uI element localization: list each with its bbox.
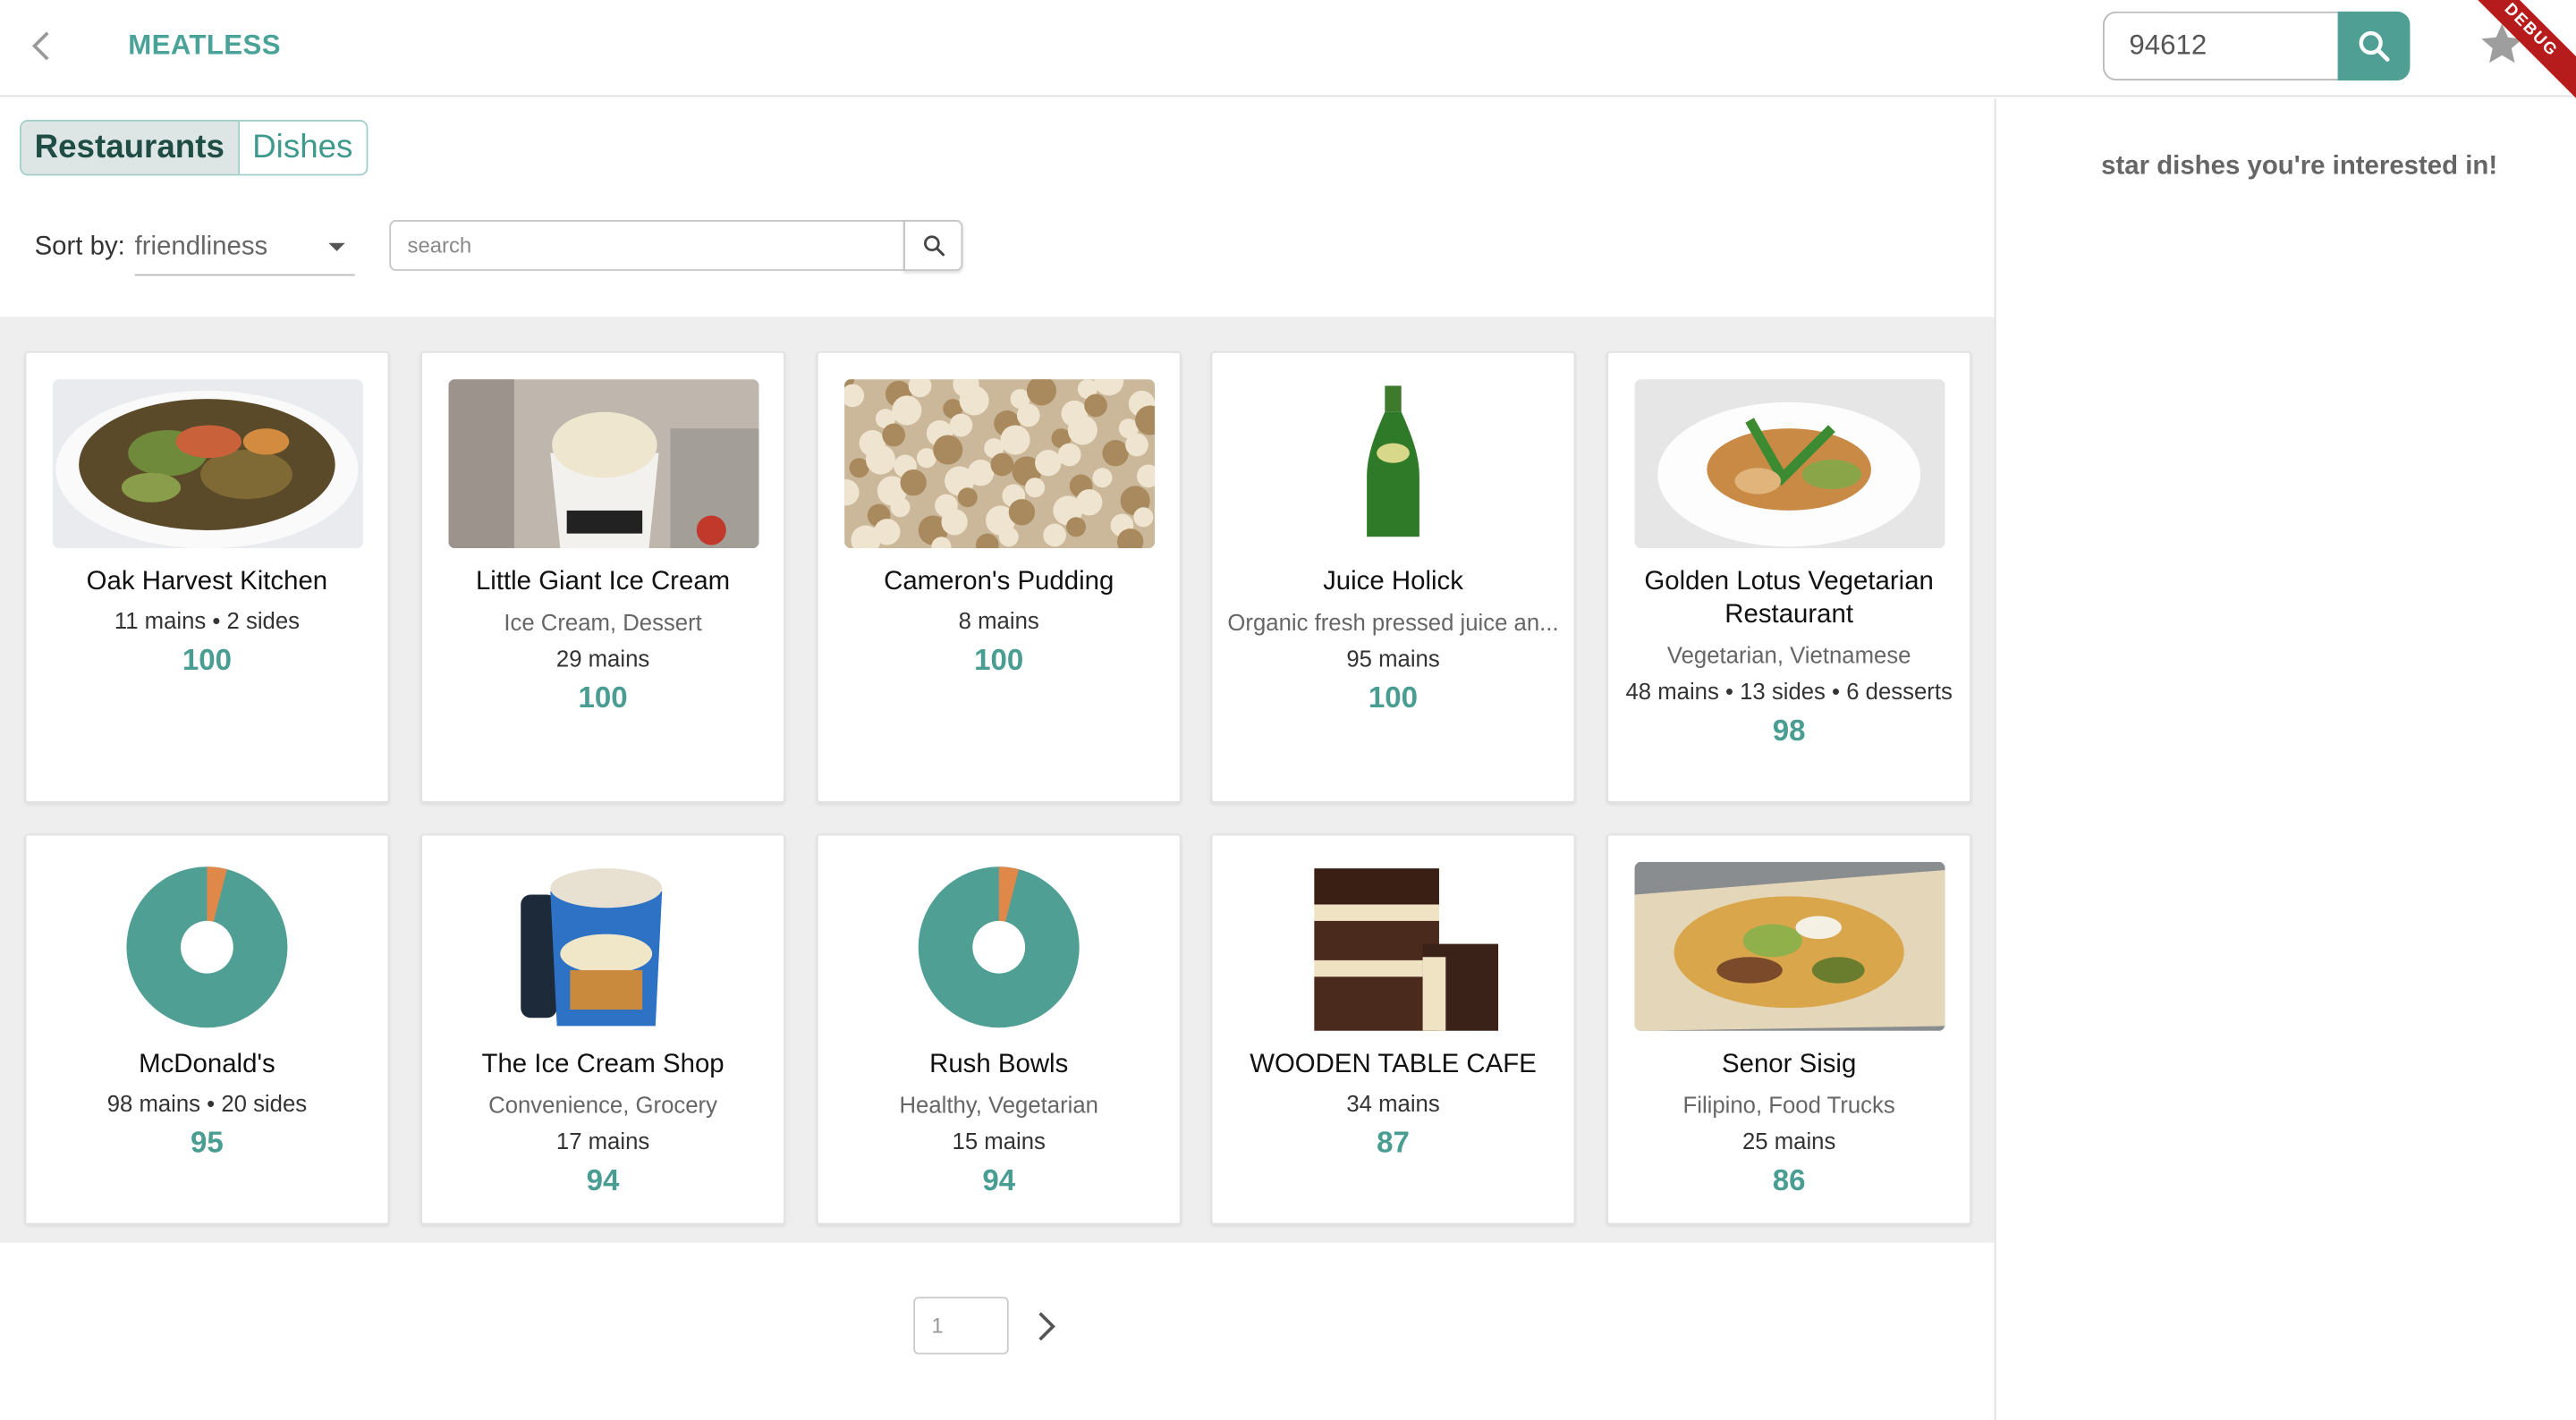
- restaurant-dish-counts: 17 mains: [555, 1128, 650, 1154]
- top-app-bar: MEATLESS DEBUG: [0, 0, 2576, 112]
- restaurant-card-text: Juice Holick Organic fresh pressed juice …: [1225, 566, 1561, 715]
- app-title: MEATLESS: [128, 30, 281, 61]
- restaurant-name: Juice Holick: [1323, 568, 1463, 596]
- restaurant-dish-counts: 15 mains: [952, 1128, 1046, 1154]
- restaurant-score: 100: [578, 680, 628, 714]
- restaurant-card-text: Golden Lotus Vegetarian Restaurant Vegeta…: [1622, 566, 1957, 748]
- tab-restaurants[interactable]: Restaurants: [21, 121, 240, 174]
- restaurant-categories: Ice Cream, Dessert: [504, 609, 702, 636]
- restaurant-categories: Healthy, Vegetarian: [899, 1091, 1098, 1119]
- restaurant-dish-counts: 29 mains: [555, 645, 650, 672]
- restaurant-name: Oak Harvest Kitchen: [86, 568, 328, 596]
- next-page-icon[interactable]: [1025, 1306, 1064, 1346]
- restaurant-card[interactable]: Golden Lotus Vegetarian Restaurant Vegeta…: [1606, 351, 1972, 803]
- restaurant-card[interactable]: WOODEN TABLE CAFE 34 mains 87: [1210, 833, 1576, 1225]
- restaurant-categories: Organic fresh pressed juice an...: [1227, 609, 1559, 636]
- restaurant-card-text: Senor Sisig Filipino, Food Trucks 25 mains…: [1622, 1049, 1957, 1198]
- restaurant-card[interactable]: Senor Sisig Filipino, Food Trucks 25 mains…: [1606, 833, 1972, 1225]
- restaurant-card-text: Rush Bowls Healthy, Vegetarian 15 mains 94: [831, 1049, 1166, 1198]
- favorites-hint: star dishes you're interested in!: [2101, 152, 2498, 181]
- restaurant-score: 98: [1772, 714, 1806, 748]
- restaurant-card-text: McDonald's 98 mains • 20 sides 95: [39, 1049, 375, 1161]
- favorites-panel: star dishes you're interested in!: [1994, 98, 2576, 1420]
- restaurant-image: [844, 379, 1156, 549]
- restaurant-card[interactable]: McDonald's 98 mains • 20 sides 95: [24, 833, 390, 1225]
- restaurant-score: 94: [982, 1163, 1016, 1197]
- search-button[interactable]: [903, 219, 963, 271]
- restaurant-image: [1634, 861, 1945, 1031]
- restaurant-card[interactable]: Oak Harvest Kitchen 11 mains • 2 sides 100: [24, 351, 390, 803]
- restaurant-score: 87: [1377, 1126, 1410, 1160]
- restaurant-name: McDonald's: [139, 1050, 275, 1079]
- restaurant-card[interactable]: Little Giant Ice Cream Ice Cream, Dessert…: [420, 351, 785, 803]
- restaurant-card-text: Little Giant Ice Cream Ice Cream, Dessert…: [436, 566, 771, 715]
- restaurant-score: 86: [1772, 1163, 1806, 1197]
- restaurant-card[interactable]: The Ice Cream Shop Convenience, Grocery 17…: [420, 833, 785, 1225]
- search-icon: [2359, 30, 2390, 62]
- restaurant-categories: Convenience, Grocery: [488, 1091, 717, 1119]
- restaurant-name: WOODEN TABLE CAFE: [1250, 1050, 1537, 1079]
- restaurant-grid: Oak Harvest Kitchen 11 mains • 2 sides 100…: [0, 317, 1995, 1243]
- restaurant-score: 100: [182, 643, 233, 677]
- restaurant-dish-counts: 34 mains: [1346, 1089, 1440, 1117]
- restaurant-card-text: Oak Harvest Kitchen 11 mains • 2 sides 100: [39, 566, 375, 678]
- restaurant-dish-counts: 25 mains: [1741, 1128, 1836, 1154]
- back-arrow-icon[interactable]: [23, 26, 63, 65]
- sort-label: Sort by:: [34, 232, 125, 261]
- tab-dishes[interactable]: Dishes: [239, 121, 367, 174]
- restaurant-dish-counts: 11 mains • 2 sides: [114, 607, 301, 634]
- restaurant-list-area: Restaurants Dishes Sort by: friendliness: [0, 98, 1995, 1420]
- restaurant-score: 100: [1368, 680, 1419, 714]
- sort-dropdown[interactable]: friendliness: [134, 226, 355, 276]
- restaurant-image: [1238, 861, 1550, 1031]
- restaurant-image: [448, 379, 759, 549]
- zip-code-input[interactable]: [2102, 11, 2340, 80]
- search-icon: [923, 235, 945, 257]
- sort-value: friendliness: [134, 232, 268, 261]
- restaurant-dish-counts: 98 mains • 20 sides: [106, 1089, 308, 1117]
- restaurant-name: Golden Lotus Vegetarian Restaurant: [1644, 568, 1934, 630]
- caret-down-icon: [328, 242, 345, 251]
- restaurant-image: [52, 379, 363, 549]
- restaurant-categories: Filipino, Food Trucks: [1682, 1091, 1895, 1119]
- restaurant-name: The Ice Cream Shop: [481, 1050, 724, 1079]
- restaurant-image: [844, 861, 1156, 1031]
- restaurant-card-text: The Ice Cream Shop Convenience, Grocery 17…: [436, 1049, 771, 1198]
- restaurant-card-text: Cameron's Pudding 8 mains 100: [831, 566, 1166, 678]
- restaurant-score: 95: [191, 1126, 224, 1160]
- page-number-input[interactable]: [913, 1297, 1009, 1355]
- restaurant-score: 100: [974, 643, 1024, 677]
- restaurant-categories: Vegetarian, Vietnamese: [1666, 641, 1911, 669]
- restaurant-name: Senor Sisig: [1722, 1050, 1857, 1079]
- restaurant-dish-counts: 95 mains: [1346, 645, 1440, 672]
- restaurant-dish-counts: 8 mains: [958, 607, 1039, 634]
- restaurant-card[interactable]: Cameron's Pudding 8 mains 100: [816, 351, 1182, 803]
- restaurant-card[interactable]: Rush Bowls Healthy, Vegetarian 15 mains 94: [816, 833, 1182, 1225]
- search-input[interactable]: [389, 219, 906, 271]
- restaurant-image: [448, 861, 759, 1031]
- restaurant-dish-counts: 48 mains • 13 sides • 6 desserts: [1625, 678, 1953, 705]
- restaurant-image: [1238, 379, 1550, 549]
- restaurant-card-text: WOODEN TABLE CAFE 34 mains 87: [1225, 1049, 1561, 1161]
- view-toggle: Restaurants Dishes: [20, 120, 368, 176]
- restaurant-image: [1634, 379, 1945, 549]
- restaurant-name: Cameron's Pudding: [884, 568, 1114, 596]
- zip-search-button[interactable]: [2337, 11, 2411, 80]
- restaurant-name: Little Giant Ice Cream: [475, 568, 731, 596]
- restaurant-name: Rush Bowls: [929, 1050, 1069, 1079]
- restaurant-card[interactable]: Juice Holick Organic fresh pressed juice …: [1210, 351, 1576, 803]
- restaurant-score: 94: [586, 1163, 620, 1197]
- restaurant-image: [52, 861, 363, 1031]
